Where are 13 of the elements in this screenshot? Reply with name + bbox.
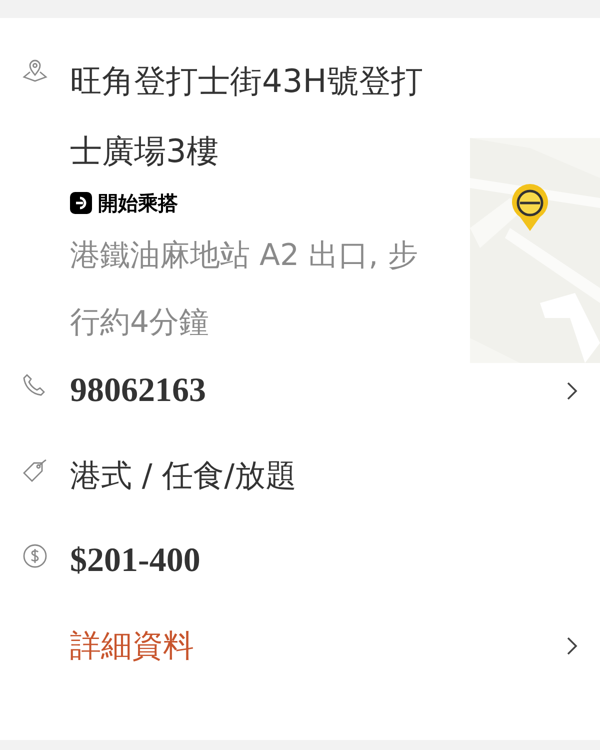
directions-text: 港鐵油麻地站 A2 出口, 步行約4分鐘 [70, 237, 419, 342]
dollar-icon [22, 543, 48, 569]
phone-icon [22, 373, 46, 397]
details-text: 詳細資料 [70, 627, 195, 666]
restaurant-pin-icon [510, 183, 550, 233]
category-text: 港式 / 任食/放題 [70, 457, 298, 496]
tag-icon [22, 458, 48, 484]
ride-app-icon [70, 192, 92, 214]
phone-text: 98062163 [70, 371, 207, 411]
ride-link[interactable]: 開始乘搭 [70, 188, 178, 218]
price-text: $201-400 [70, 541, 202, 581]
address-text: 旺角登打士街43H號登打士廣場3樓 [70, 61, 424, 172]
location-icon [22, 58, 48, 82]
